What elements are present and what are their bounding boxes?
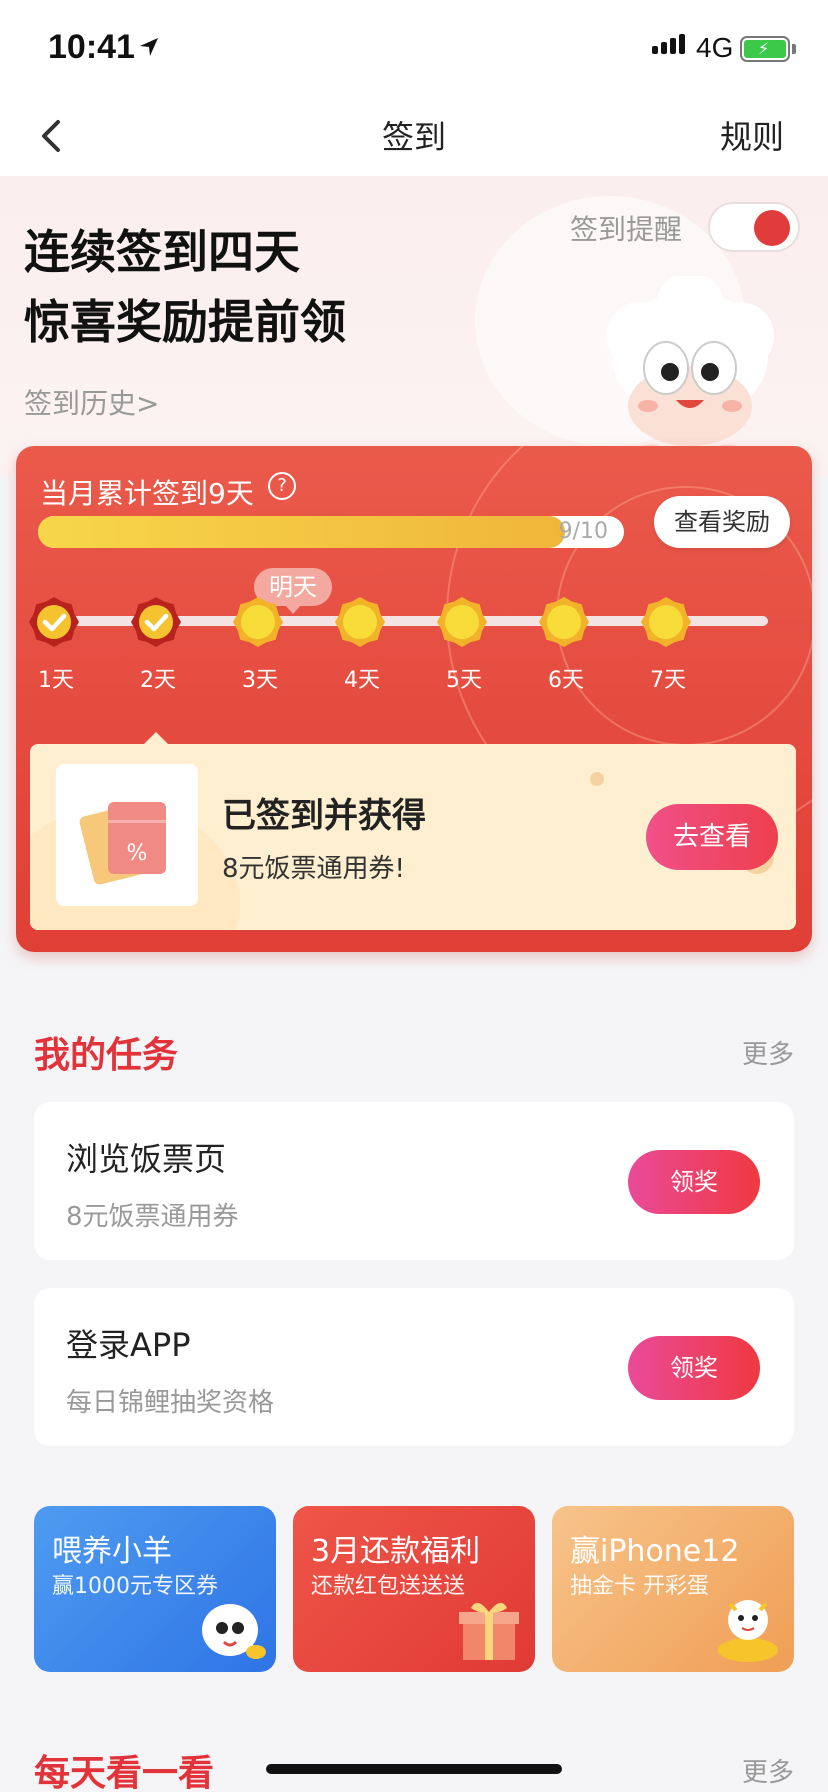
svg-text:%: %: [127, 841, 148, 866]
gold-coin-icon: [539, 597, 589, 647]
day-item: 2天: [130, 596, 186, 694]
help-icon[interactable]: ?: [268, 472, 296, 500]
battery-icon: ⚡: [740, 36, 790, 62]
day-label: 4天: [344, 668, 380, 693]
monthly-checkin-summary: 当月累计签到9天: [40, 477, 254, 510]
toggle-knob: [754, 210, 790, 246]
claim-reward-button[interactable]: 领奖: [628, 1150, 760, 1214]
task-desc: 每日锦鲤抽奖资格: [66, 1388, 275, 1418]
task-name: 浏览饭票页: [66, 1140, 227, 1178]
ox-mascot-gold-icon: [718, 1600, 778, 1662]
promo-subtitle: 抽金卡 开彩蛋: [570, 1574, 709, 1599]
promo-banner-repayment[interactable]: 3月还款福利 还款红包送送送: [293, 1506, 535, 1672]
gold-coin-icon: [233, 597, 283, 647]
day-label: 7天: [650, 668, 686, 693]
day-label: 3天: [242, 668, 278, 693]
view-reward-button[interactable]: 查看奖励: [654, 496, 790, 548]
rules-link[interactable]: 规则: [720, 112, 784, 158]
gold-coin-icon: [335, 597, 385, 647]
task-name: 登录APP: [66, 1326, 191, 1364]
task-desc: 8元饭票通用券: [66, 1202, 239, 1232]
signal-icon: [652, 34, 685, 54]
hero-title-line1: 连续签到四天: [24, 225, 300, 279]
cloud-mascot-icon: [606, 276, 774, 460]
tasks-more-link[interactable]: 更多: [742, 1034, 794, 1071]
nav-bar: 签到 规则: [0, 96, 828, 176]
go-check-button[interactable]: 去查看: [646, 804, 778, 870]
day-item: 3天: [232, 596, 288, 694]
reminder-label: 签到提醒: [570, 213, 683, 246]
claim-reward-button[interactable]: 领奖: [628, 1336, 760, 1400]
day-item: 5天: [436, 596, 492, 694]
checked-coin-icon: [131, 597, 181, 647]
location-arrow-icon: [140, 38, 158, 56]
day-label: 2天: [140, 668, 176, 693]
hero-title-line2: 惊喜奖励提前领: [24, 295, 346, 349]
promo-title: 赢iPhone12: [570, 1534, 740, 1569]
day-item: 1天: [28, 596, 84, 694]
coupon-image: %: [56, 764, 198, 906]
task-card: 登录APP 每日锦鲤抽奖资格 领奖: [34, 1288, 794, 1446]
promo-banner-iphone[interactable]: 赢iPhone12 抽金卡 开彩蛋: [552, 1506, 794, 1672]
network-type: 4G: [696, 32, 734, 63]
day-item: 4天: [334, 596, 390, 694]
checked-coin-icon: [29, 597, 79, 647]
checkin-card: 当月累计签到9天 ? 9/10 查看奖励 明天 1天 2天 3天 4天 5天 6天 7天 %…: [16, 446, 812, 952]
gift-box-icon: [459, 1602, 519, 1660]
coupon-ticket-icon: %: [79, 802, 166, 885]
day-label: 5天: [446, 668, 482, 693]
status-time: 10:41: [48, 28, 135, 66]
reward-decoration-dot: [590, 772, 604, 786]
promo-title: 喂养小羊: [52, 1534, 172, 1569]
promo-title: 3月还款福利: [311, 1534, 481, 1569]
daily-section-title: 每天看一看: [34, 1753, 215, 1792]
sheep-mascot-icon: [202, 1604, 266, 1659]
promo-subtitle: 还款红包送送送: [311, 1574, 466, 1599]
reward-panel: % 已签到并获得 8元饭票通用券! 去查看: [30, 744, 796, 930]
checkin-progress-bar: 9/10: [38, 516, 624, 548]
home-indicator: [266, 1764, 562, 1774]
status-bar: 10:41 4G ⚡: [0, 0, 828, 96]
day-item: 6天: [538, 596, 594, 694]
day-item: 7天: [640, 596, 696, 694]
progress-fill: [38, 516, 566, 548]
progress-text: 9/10: [558, 519, 608, 544]
checkin-history-link[interactable]: 签到历史>: [24, 382, 159, 422]
gold-coin-icon: [641, 597, 691, 647]
day-label: 6天: [548, 668, 584, 693]
reward-subtitle: 8元饭票通用券!: [222, 854, 405, 884]
reminder-toggle[interactable]: [708, 202, 800, 252]
task-card: 浏览饭票页 8元饭票通用券 领奖: [34, 1102, 794, 1260]
promo-banner-feed-sheep[interactable]: 喂养小羊 赢1000元专区券: [34, 1506, 276, 1672]
page-title: 签到: [381, 118, 446, 156]
day-label: 1天: [38, 668, 74, 693]
daily-more-link[interactable]: 更多: [742, 1752, 794, 1789]
battery-tip: [792, 44, 796, 54]
tasks-section-title: 我的任务: [34, 1035, 179, 1076]
gold-coin-icon: [437, 597, 487, 647]
reward-title: 已签到并获得: [222, 796, 426, 836]
hero-section: 连续签到四天 惊喜奖励提前领 签到历史> 签到提醒: [0, 176, 828, 476]
